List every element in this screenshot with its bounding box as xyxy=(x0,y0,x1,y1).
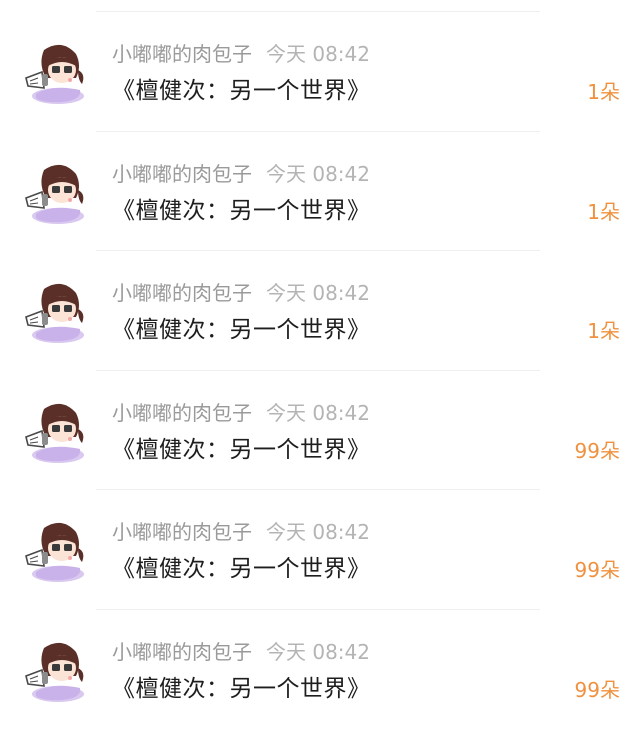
timestamp: 今天 08:42 xyxy=(266,281,370,305)
list-item[interactable]: 小嘟嘟的肉包子 今天 08:42 《檀健次：另一个世界》 99朵 xyxy=(0,610,640,730)
flower-count: 1朵 xyxy=(587,199,620,224)
username[interactable]: 小嘟嘟的肉包子 xyxy=(112,42,252,66)
avatar[interactable] xyxy=(22,40,90,108)
message-list: 小嘟嘟的肉包子 今天 08:42 《檀健次：另一个世界》 1朵 小嘟嘟的肉包子 今天… xyxy=(0,12,640,729)
list-item[interactable]: 小嘟嘟的肉包子 今天 08:42 《檀健次：另一个世界》 1朵 xyxy=(0,251,640,371)
username[interactable]: 小嘟嘟的肉包子 xyxy=(112,401,252,425)
girl-with-megaphone-avatar-icon xyxy=(22,518,90,586)
message-text: 《檀健次：另一个世界》 xyxy=(112,78,371,104)
girl-with-megaphone-avatar-icon xyxy=(22,638,90,706)
avatar[interactable] xyxy=(22,638,90,706)
timestamp: 今天 08:42 xyxy=(266,161,370,186)
avatar[interactable] xyxy=(22,160,90,228)
message-text: 《檀健次：另一个世界》 xyxy=(112,197,371,224)
flower-count: 99朵 xyxy=(574,438,620,463)
timestamp: 今天 08:42 xyxy=(266,520,370,544)
girl-with-megaphone-avatar-icon xyxy=(22,279,90,347)
item-meta: 小嘟嘟的肉包子 今天 08:42 xyxy=(112,400,370,426)
username[interactable]: 小嘟嘟的肉包子 xyxy=(112,281,252,305)
flower-count: 99朵 xyxy=(574,558,620,582)
message-text: 《檀健次：另一个世界》 xyxy=(112,675,371,702)
username[interactable]: 小嘟嘟的肉包子 xyxy=(112,520,252,544)
timestamp: 今天 08:42 xyxy=(266,42,370,66)
username[interactable]: 小嘟嘟的肉包子 xyxy=(112,162,252,186)
flower-count: 1朵 xyxy=(587,80,620,104)
message-text: 《檀健次：另一个世界》 xyxy=(112,317,371,343)
message-text: 《檀健次：另一个世界》 xyxy=(112,436,371,463)
item-meta: 小嘟嘟的肉包子 今天 08:42 xyxy=(112,41,370,67)
girl-with-megaphone-avatar-icon xyxy=(22,160,90,228)
list-item[interactable]: 小嘟嘟的肉包子 今天 08:42 《檀健次：另一个世界》 99朵 xyxy=(0,490,640,610)
item-meta: 小嘟嘟的肉包子 今天 08:42 xyxy=(112,280,370,306)
list-item[interactable]: 小嘟嘟的肉包子 今天 08:42 《檀健次：另一个世界》 1朵 xyxy=(0,12,640,132)
username[interactable]: 小嘟嘟的肉包子 xyxy=(112,640,252,664)
item-meta: 小嘟嘟的肉包子 今天 08:42 xyxy=(112,519,370,545)
flower-count: 99朵 xyxy=(574,677,620,702)
message-text: 《檀健次：另一个世界》 xyxy=(112,556,371,582)
list-item[interactable]: 小嘟嘟的肉包子 今天 08:42 《檀健次：另一个世界》 99朵 xyxy=(0,371,640,491)
list-item[interactable]: 小嘟嘟的肉包子 今天 08:42 《檀健次：另一个世界》 1朵 xyxy=(0,132,640,252)
timestamp: 今天 08:42 xyxy=(266,639,370,664)
girl-with-megaphone-avatar-icon xyxy=(22,40,90,108)
item-meta: 小嘟嘟的肉包子 今天 08:42 xyxy=(112,639,370,665)
flower-count: 1朵 xyxy=(587,319,620,343)
timestamp: 今天 08:42 xyxy=(266,400,370,425)
avatar[interactable] xyxy=(22,518,90,586)
avatar[interactable] xyxy=(22,279,90,347)
avatar[interactable] xyxy=(22,399,90,467)
girl-with-megaphone-avatar-icon xyxy=(22,399,90,467)
item-meta: 小嘟嘟的肉包子 今天 08:42 xyxy=(112,161,370,187)
